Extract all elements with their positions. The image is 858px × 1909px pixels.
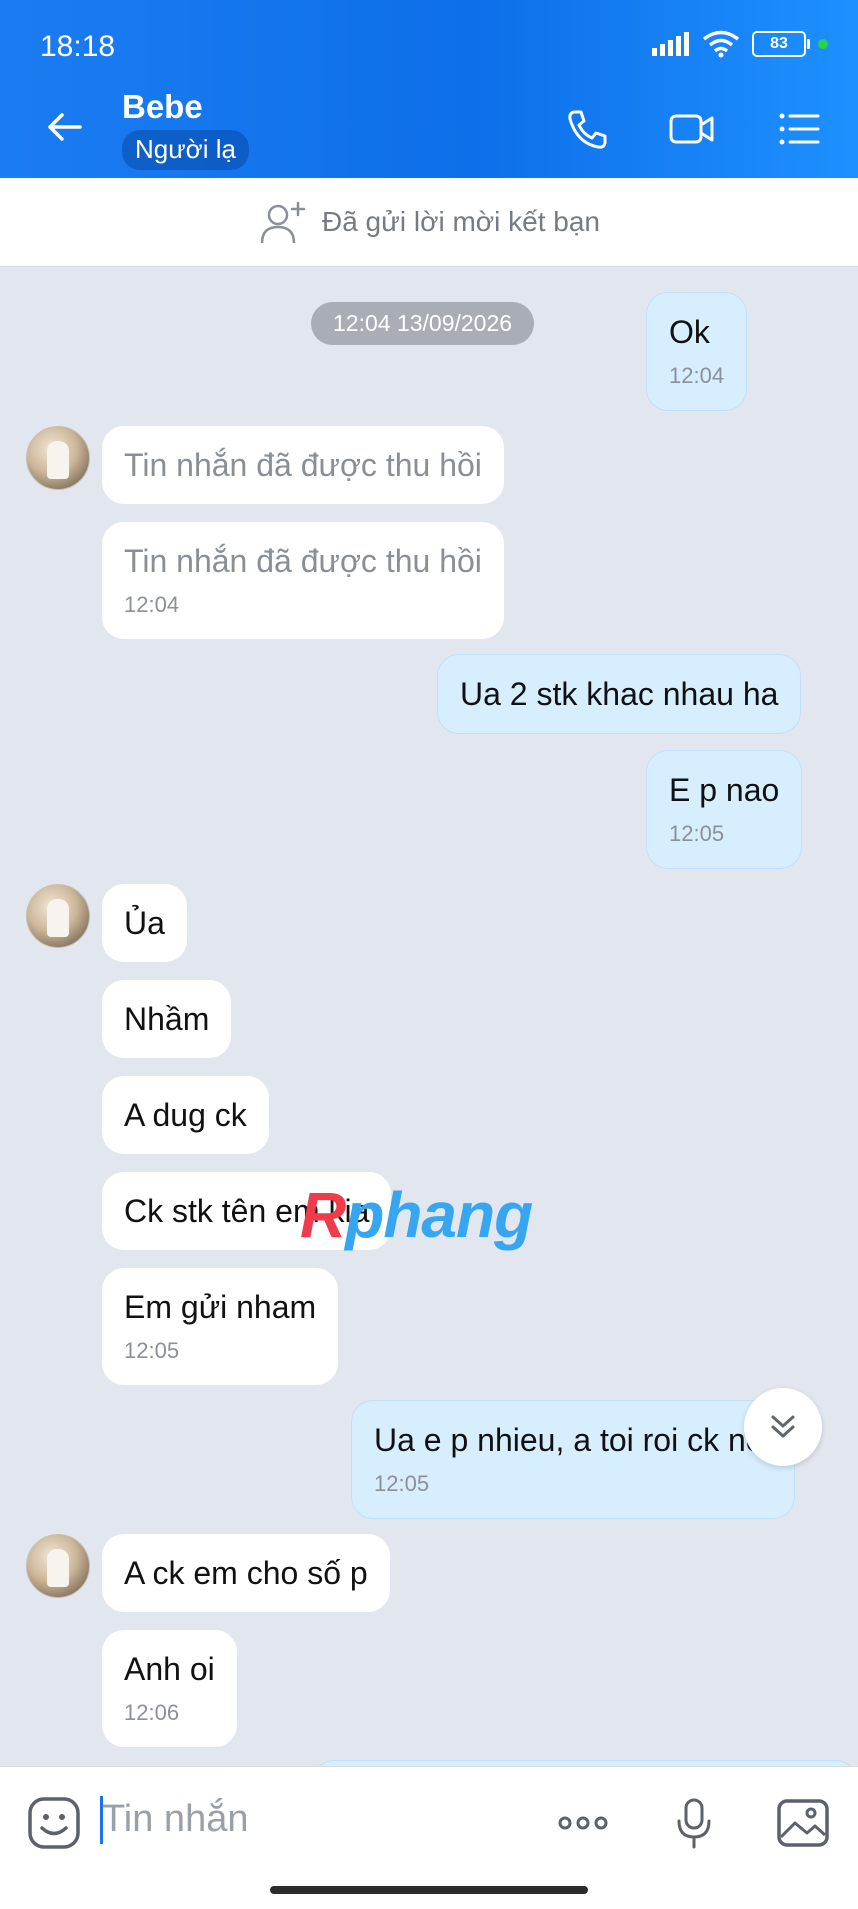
stranger-badge: Người lạ <box>122 130 249 170</box>
status-time: 18:18 <box>40 30 116 63</box>
message-text: Tin nhắn đã được thu hồi <box>124 447 482 483</box>
avatar[interactable] <box>26 884 90 948</box>
list-menu-icon[interactable] <box>772 102 826 156</box>
watermark-rest: phang <box>345 1179 533 1251</box>
more-dots-icon[interactable] <box>555 1795 611 1851</box>
message-bubble-incoming[interactable]: A dug ck <box>102 1076 269 1155</box>
watermark-logo: Rphang <box>300 1178 533 1252</box>
message-text: Em gửi nham <box>124 1289 317 1325</box>
message-bubble-outgoing[interactable]: Ua e p nhieu, a toi roi ck not 12:05 <box>351 1400 796 1519</box>
message-text: Nhầm <box>124 1001 210 1037</box>
home-indicator[interactable] <box>270 1886 588 1894</box>
message-bubble-incoming[interactable]: Ủa <box>102 884 187 963</box>
message-bubble-incoming[interactable]: Nhầm <box>102 980 232 1059</box>
watermark-first-letter: R <box>300 1179 346 1251</box>
message-bubble-incoming[interactable]: Anh oi 12:06 <box>102 1630 237 1747</box>
emoji-icon[interactable] <box>26 1795 82 1851</box>
message-text: Ủa <box>124 905 165 941</box>
message-text: A dug ck <box>124 1097 247 1133</box>
message-time: 12:06 <box>124 1700 180 1726</box>
person-add-icon <box>260 201 306 244</box>
message-bubble-outgoing[interactable]: E p nao 12:05 <box>646 750 803 869</box>
message-text: E p nao <box>669 772 780 808</box>
message-time: 12:04 <box>669 363 725 389</box>
signal-icon <box>652 32 689 56</box>
video-camera-icon[interactable] <box>665 102 719 156</box>
message-time: 12:05 <box>124 1338 180 1364</box>
message-text: Ua 2 stk khac nhau ha <box>460 676 779 712</box>
wifi-icon <box>702 30 740 58</box>
message-text: Anh oi <box>124 1651 215 1687</box>
phone-icon[interactable] <box>560 102 614 156</box>
microphone-icon[interactable] <box>668 1795 724 1851</box>
message-text: A ck em cho số p <box>124 1555 368 1591</box>
message-time: 12:05 <box>669 821 725 847</box>
message-bubble-recalled[interactable]: Tin nhắn đã được thu hồi <box>102 426 504 505</box>
scroll-to-bottom-button[interactable] <box>744 1388 822 1466</box>
double-chevron-down-icon <box>771 1415 795 1438</box>
battery-level: 83 <box>770 35 788 52</box>
chat-area[interactable]: 12:04 13/09/2026 Ok 12:04 Tin nhắn đã đư… <box>0 266 858 1831</box>
contact-name[interactable]: Bebe <box>122 88 203 126</box>
message-bubble-recalled[interactable]: Tin nhắn đã được thu hồi 12:04 <box>102 522 504 639</box>
message-text: Ua e p nhieu, a toi roi ck not <box>374 1422 773 1458</box>
message-input[interactable]: Tin nhắn <box>102 1798 248 1841</box>
privacy-dot <box>818 39 828 49</box>
status-icons: 83 <box>650 30 828 58</box>
message-text: Tin nhắn đã được thu hồi <box>124 543 482 579</box>
message-bubble-incoming[interactable]: Em gửi nham 12:05 <box>102 1268 339 1385</box>
message-bubble-outgoing[interactable]: Ua 2 stk khac nhau ha <box>437 654 802 735</box>
message-time: 12:04 <box>124 592 180 618</box>
message-text: Ok <box>669 314 710 350</box>
message-bubble-outgoing[interactable]: Ok 12:04 <box>646 292 748 411</box>
message-bubble-incoming[interactable]: A ck em cho số p <box>102 1534 390 1613</box>
friend-request-text: Đã gửi lời mời kết bạn <box>321 206 600 237</box>
arrow-left-icon[interactable] <box>40 102 90 152</box>
avatar[interactable] <box>26 1534 90 1598</box>
date-separator: 12:04 13/09/2026 <box>311 302 535 345</box>
image-icon[interactable] <box>775 1795 831 1851</box>
message-time: 12:05 <box>374 1471 430 1497</box>
battery-indicator: 83 <box>752 31 810 57</box>
top-header: 18:18 83 Bebe Người lạ <box>0 0 858 178</box>
friend-request-bar: Đã gửi lời mời kết bạn <box>0 178 858 267</box>
avatar[interactable] <box>26 426 90 490</box>
